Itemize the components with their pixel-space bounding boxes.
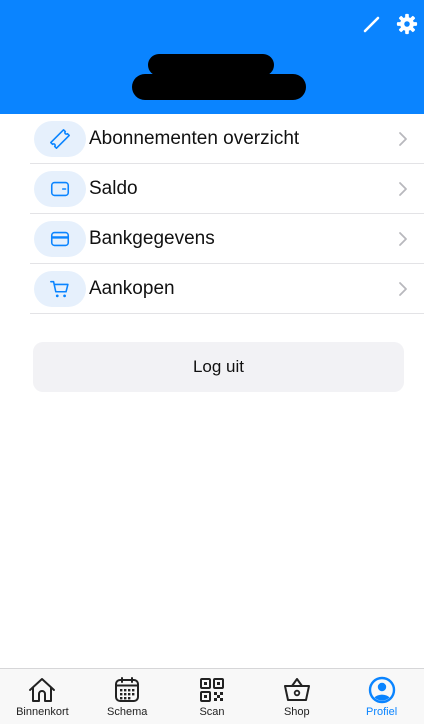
chevron-right-icon [399,132,407,146]
calendar-icon [115,677,140,702]
chevron-right-icon [399,182,407,196]
menu-item-aankopen[interactable]: Aankopen [30,264,424,314]
tab-binnenkort[interactable]: Binnenkort [0,669,85,724]
qr-code-icon [199,678,224,702]
menu-item-label: Aankopen [89,278,175,299]
tab-label: Shop [283,706,310,718]
tab-label: Scan [199,706,225,718]
menu-icon-bg [34,121,86,157]
tab-shop[interactable]: Shop [254,669,339,724]
profile-header [0,0,424,114]
settings-button[interactable] [394,11,420,37]
menu-item-label: Bankgegevens [89,228,215,249]
tab-label: Schema [107,706,148,718]
menu-item-abonnementen[interactable]: Abonnementen overzicht [30,114,424,164]
pencil-icon [363,16,380,33]
chevron-right-icon [399,232,407,246]
menu-item-bankgegevens[interactable]: Bankgegevens [30,214,424,264]
person-circle-icon [368,676,395,704]
profile-menu: Abonnementen overzicht Saldo Bankgegeven… [30,114,424,314]
credit-card-icon [50,231,70,247]
menu-icon-bg [34,221,86,257]
cart-icon [50,280,69,298]
home-icon [29,678,56,702]
tab-label: Binnenkort [16,706,69,718]
wallet-icon [50,181,70,197]
tab-bar: Binnenkort Schema Scan Shop Profiel [0,668,424,724]
menu-item-label: Saldo [89,178,138,199]
menu-icon-bg [34,171,86,207]
profile-screen: Abonnementen overzicht Saldo Bankgegeven… [0,0,424,724]
menu-item-label: Abonnementen overzicht [89,128,300,149]
tab-profiel[interactable]: Profiel [339,669,424,724]
gear-icon [396,13,418,35]
ticket-icon [50,129,70,149]
menu-icon-bg [34,271,86,307]
edit-profile-button[interactable] [360,12,384,36]
redacted-name [132,74,306,100]
chevron-right-icon [399,282,407,296]
logout-button[interactable]: Log uit [33,342,404,392]
redacted-name [148,54,274,76]
tab-schema[interactable]: Schema [85,669,170,724]
menu-item-saldo[interactable]: Saldo [30,164,424,214]
tab-scan[interactable]: Scan [170,669,255,724]
basket-icon [283,678,310,701]
tab-label: Profiel [365,706,398,718]
